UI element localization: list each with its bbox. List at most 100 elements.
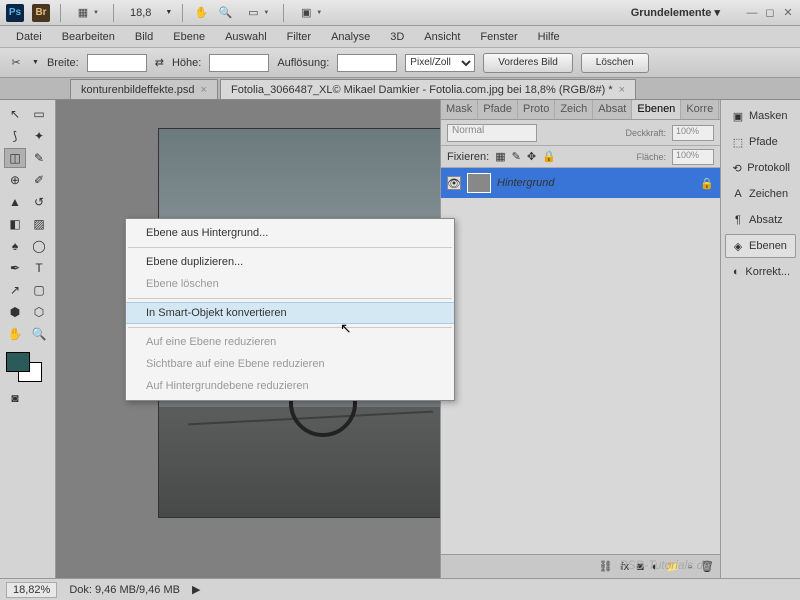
zoom-icon[interactable]: 🔍: [217, 5, 233, 21]
move-tool[interactable]: ↖: [4, 104, 26, 124]
close-icon[interactable]: ✕: [782, 7, 794, 19]
lock-label: Fixieren:: [447, 151, 489, 163]
status-zoom[interactable]: 18,82%: [6, 582, 57, 598]
status-arrow-icon[interactable]: ▶: [192, 583, 200, 596]
panel-tab-absat[interactable]: Absat: [593, 100, 632, 119]
3d-camera-tool[interactable]: ⬡: [28, 302, 50, 322]
context-menu-item[interactable]: In Smart-Objekt konvertieren: [126, 302, 454, 324]
layer-row[interactable]: 👁 Hintergrund 🔒: [441, 168, 720, 198]
toolbox: ↖▭ ⟆✦ ◫✎ ⊕✐ ▲↺ ◧▨ ♠◯ ✒T ↗▢ ⬢⬡ ✋🔍 ◙: [0, 100, 56, 578]
panel-tab-ebenen[interactable]: Ebenen: [632, 100, 681, 119]
lasso-tool[interactable]: ⟆: [4, 126, 26, 146]
context-menu-item[interactable]: Ebene aus Hintergrund...: [126, 222, 454, 244]
color-swatch[interactable]: [4, 352, 44, 382]
maximize-icon[interactable]: ◻: [764, 7, 776, 19]
lock-pixels-icon[interactable]: ✎: [512, 150, 521, 163]
panel-tab-korre[interactable]: Korre: [681, 100, 719, 119]
tab-close-icon[interactable]: ×: [201, 84, 207, 96]
minimize-icon[interactable]: —: [746, 7, 758, 19]
side-panel-protokoll[interactable]: ⟲Protokoll: [725, 156, 796, 180]
lock-position-icon[interactable]: ✥: [527, 150, 536, 163]
history-brush-tool[interactable]: ↺: [28, 192, 50, 212]
unit-select[interactable]: Pixel/Zoll: [405, 54, 475, 72]
context-menu: Ebene aus Hintergrund... Ebene dupliziere…: [125, 218, 455, 401]
quickmask-tool[interactable]: ◙: [4, 388, 26, 408]
panel-tab-proto[interactable]: Proto: [518, 100, 555, 119]
menu-bearbeiten[interactable]: Bearbeiten: [54, 28, 123, 46]
resolution-label: Auflösung:: [277, 57, 329, 69]
front-image-button[interactable]: Vorderes Bild: [483, 53, 572, 73]
blur-tool[interactable]: ♠: [4, 236, 26, 256]
menu-filter[interactable]: Filter: [279, 28, 319, 46]
link-layers-icon[interactable]: ⛓: [599, 560, 613, 573]
context-menu-item[interactable]: Ebene duplizieren...: [126, 251, 454, 273]
bridge-logo-icon[interactable]: Br: [32, 4, 50, 22]
menu-hilfe[interactable]: Hilfe: [530, 28, 568, 46]
resolution-input[interactable]: [337, 54, 397, 72]
side-panel-ebenen[interactable]: ◈Ebenen: [725, 234, 796, 258]
clear-button[interactable]: Löschen: [581, 53, 649, 73]
stamp-tool[interactable]: ▲: [4, 192, 26, 212]
brush-tool[interactable]: ✐: [28, 170, 50, 190]
pen-tool[interactable]: ✒: [4, 258, 26, 278]
opacity-input[interactable]: 100%: [672, 125, 714, 141]
healing-tool[interactable]: ⊕: [4, 170, 26, 190]
height-input[interactable]: [209, 54, 269, 72]
panel-tab-pfade[interactable]: Pfade: [478, 100, 518, 119]
shape-tool[interactable]: ▢: [28, 280, 50, 300]
menu-datei[interactable]: Datei: [8, 28, 50, 46]
zoom-value[interactable]: 18,8: [124, 7, 157, 19]
marquee-tool[interactable]: ▭: [28, 104, 50, 124]
menu-auswahl[interactable]: Auswahl: [217, 28, 275, 46]
opacity-label: Deckkraft:: [625, 128, 666, 138]
masken-icon: ▣: [731, 110, 745, 123]
swap-icon[interactable]: ⇄: [155, 56, 164, 69]
view-dropdown[interactable]: ▭: [241, 3, 273, 23]
gradient-tool[interactable]: ▨: [28, 214, 50, 234]
width-input[interactable]: [87, 54, 147, 72]
screen-mode-dropdown[interactable]: ▣: [294, 3, 326, 23]
panel-tab-mask[interactable]: Mask: [441, 100, 478, 119]
fill-input[interactable]: 100%: [672, 149, 714, 165]
tab-close-icon[interactable]: ×: [619, 84, 625, 96]
visibility-icon[interactable]: 👁: [447, 176, 461, 190]
side-panel-pfade[interactable]: ⬚Pfade: [725, 130, 796, 154]
context-menu-item: Auf eine Ebene reduzieren: [126, 331, 454, 353]
layout-dropdown[interactable]: ▦: [71, 3, 103, 23]
document-tab[interactable]: Fotolia_3066487_XL© Mikael Damkier - Fot…: [220, 79, 636, 99]
eraser-tool[interactable]: ◧: [4, 214, 26, 234]
document-tab[interactable]: konturenbildeffekte.psd×: [70, 79, 218, 99]
side-panel-korrekt...[interactable]: ◐Korrekt...: [725, 260, 796, 284]
side-panel-zeichen[interactable]: AZeichen: [725, 182, 796, 206]
title-bar: Ps Br ▦ 18,8▼ ✋ 🔍 ▭ ▣ Grundelemente ▾ — …: [0, 0, 800, 26]
menu-ebene[interactable]: Ebene: [165, 28, 213, 46]
crop-tool-icon[interactable]: ✂: [8, 55, 24, 71]
menu-analyse[interactable]: Analyse: [323, 28, 378, 46]
path-tool[interactable]: ↗: [4, 280, 26, 300]
document-tab-bar: konturenbildeffekte.psd×Fotolia_3066487_…: [0, 78, 800, 100]
lock-transparency-icon[interactable]: ▦: [495, 150, 505, 163]
zoom-tool[interactable]: 🔍: [28, 324, 50, 344]
eyedropper-tool[interactable]: ✎: [28, 148, 50, 168]
panel-tab-zeich[interactable]: Zeich: [555, 100, 593, 119]
watermark: PSD-Tutorials.de: [620, 558, 710, 572]
dodge-tool[interactable]: ◯: [28, 236, 50, 256]
type-tool[interactable]: T: [28, 258, 50, 278]
hand-icon[interactable]: ✋: [193, 5, 209, 21]
3d-tool[interactable]: ⬢: [4, 302, 26, 322]
menu-fenster[interactable]: Fenster: [472, 28, 525, 46]
korrekt...-icon: ◐: [731, 266, 741, 278]
side-panel-absatz[interactable]: ¶Absatz: [725, 208, 796, 232]
lock-all-icon[interactable]: 🔒: [542, 150, 556, 163]
layer-thumbnail[interactable]: [467, 173, 491, 193]
blend-mode-select[interactable]: Normal: [447, 124, 537, 142]
menu-bild[interactable]: Bild: [127, 28, 161, 46]
menu-3d[interactable]: 3D: [382, 28, 412, 46]
side-panel-masken[interactable]: ▣Masken: [725, 104, 796, 128]
workspace-switcher[interactable]: Grundelemente ▾: [621, 2, 730, 23]
wand-tool[interactable]: ✦: [28, 126, 50, 146]
menu-ansicht[interactable]: Ansicht: [416, 28, 468, 46]
hand-tool[interactable]: ✋: [4, 324, 26, 344]
crop-tool[interactable]: ◫: [4, 148, 26, 168]
context-menu-item: Sichtbare auf eine Ebene reduzieren: [126, 353, 454, 375]
